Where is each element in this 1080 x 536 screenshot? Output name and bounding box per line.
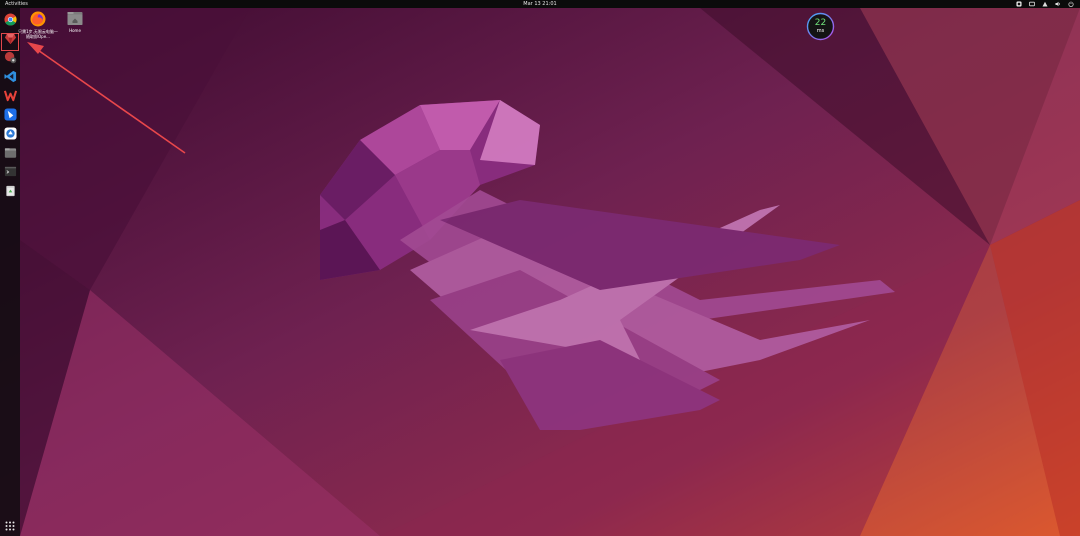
vscode-icon [3,70,16,82]
app-indicator-icon[interactable] [1016,1,1022,7]
top-bar: Activities Mar 13 21:01 [0,0,1080,8]
dock [0,8,20,536]
dock-item-software-updater[interactable] [3,50,17,64]
terminal-icon [4,166,16,176]
system-tray[interactable] [1016,1,1074,7]
dock-item-chrome[interactable] [3,12,17,26]
feishu-icon [3,107,17,121]
dock-item-files[interactable] [3,145,17,159]
dock-selection-highlight [1,33,19,51]
desktop-shortcut-home[interactable]: Home [55,11,95,33]
dock-item-trash[interactable] [3,183,17,197]
software-updater-icon [4,51,16,63]
dock-item-vscode[interactable] [3,69,17,83]
files-icon [4,147,16,158]
power-icon[interactable] [1068,1,1074,7]
dock-item-blue-app[interactable] [3,126,17,140]
desktop-shortcut-firefox[interactable]: 只需1步,无限云电脑—随取即Ope... [18,11,58,39]
ping-widget[interactable]: 22 ms [806,12,835,41]
desktop-wallpaper [0,0,1080,536]
firefox-icon [30,11,46,27]
ping-unit: ms [816,28,825,34]
trash-icon [5,185,15,196]
dock-item-terminal[interactable] [3,164,17,178]
grid-icon[interactable] [5,521,15,531]
volume-icon[interactable] [1055,1,1061,7]
keyboard-icon[interactable] [1029,1,1035,7]
activities-button[interactable]: Activities [5,0,28,8]
home-folder-icon [67,12,83,25]
desktop-icon-label: 只需1步,无限云电脑—随取即Ope... [18,29,58,39]
clock-button[interactable]: Mar 13 21:01 [523,1,556,7]
ping-value: 22 [814,18,827,28]
desktop-icon-label: Home [69,28,81,33]
dock-item-feishu[interactable] [3,107,17,121]
network-icon[interactable] [1042,1,1048,7]
blue-app-icon [3,126,17,140]
dock-item-wps-office[interactable] [3,88,17,102]
wps-office-icon [3,90,17,101]
chrome-icon [3,12,17,26]
